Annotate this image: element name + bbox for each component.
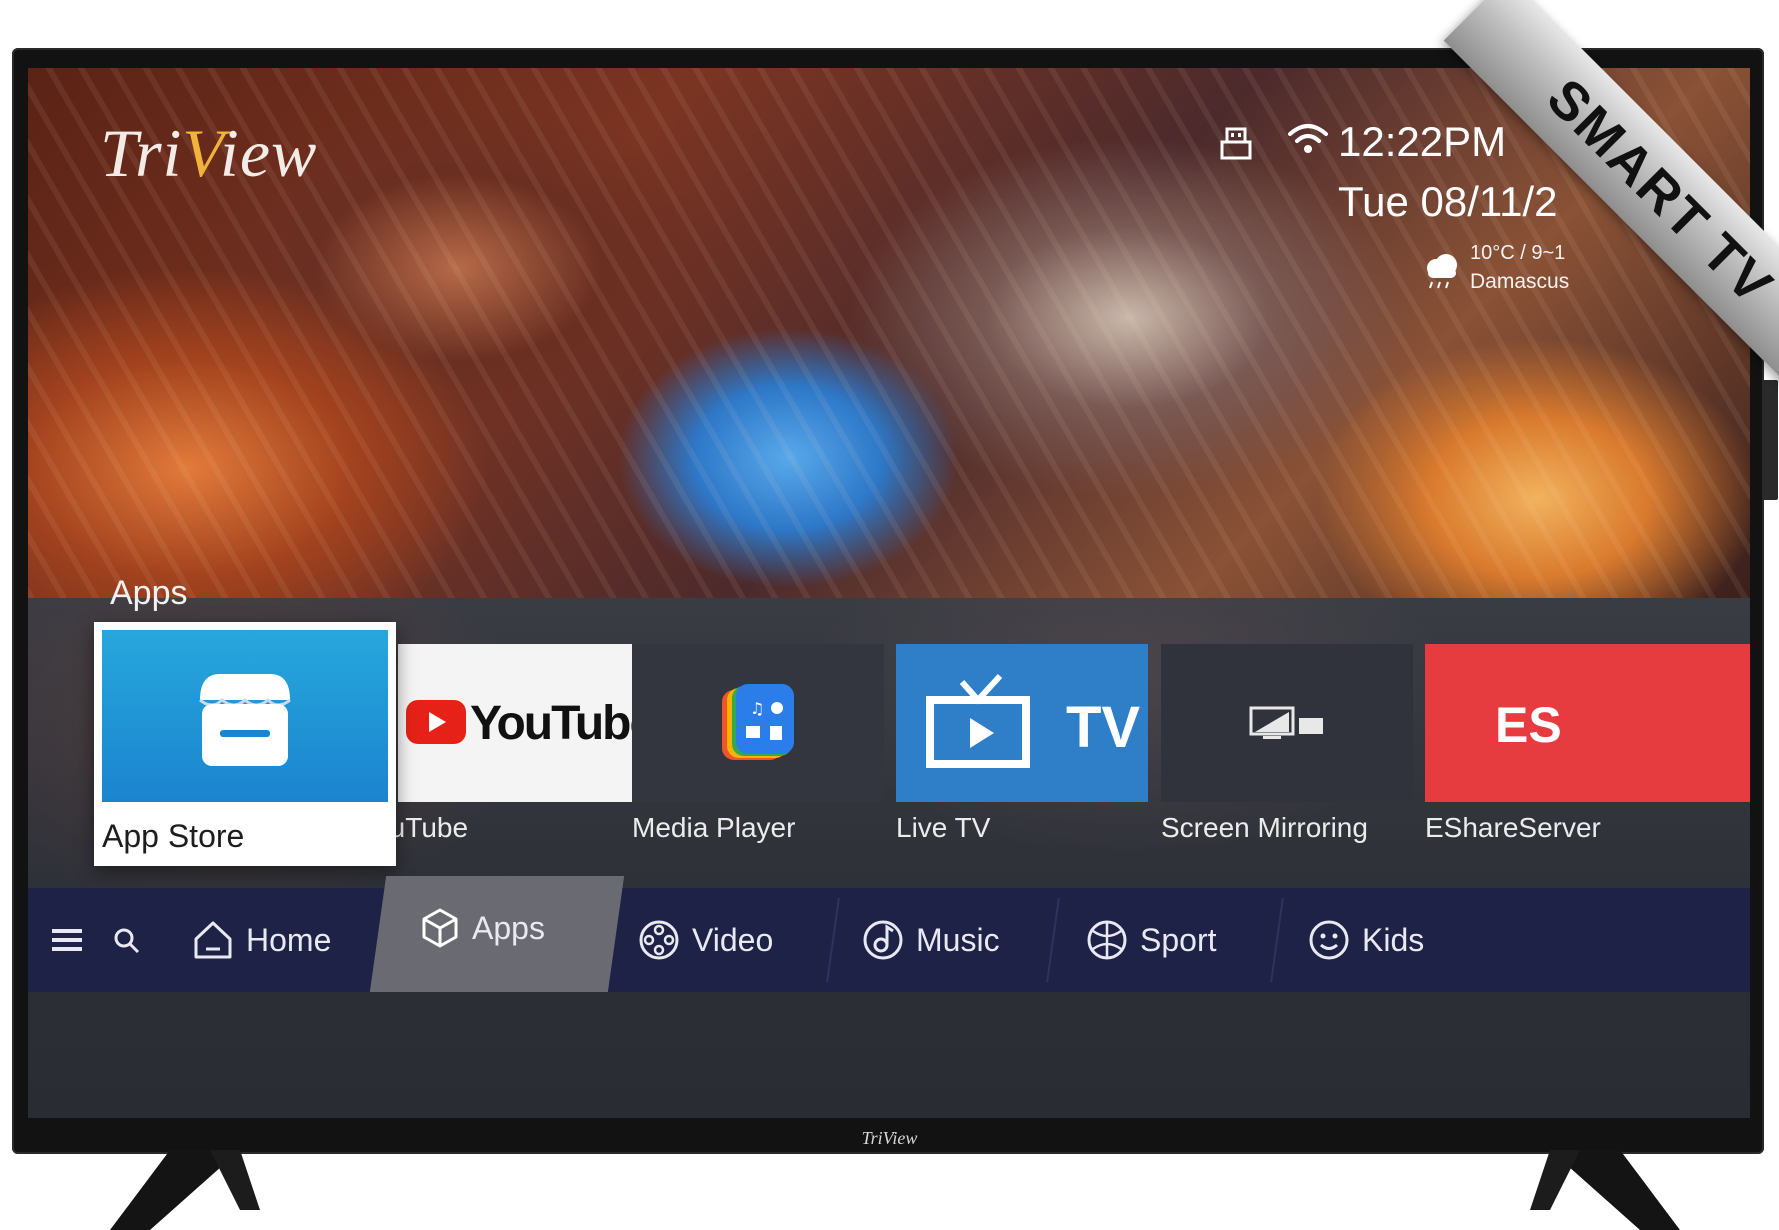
app-label-screen-mirroring: Screen Mirroring — [1161, 812, 1368, 843]
nav-search-button[interactable] — [112, 888, 152, 992]
ball-icon — [1087, 920, 1127, 960]
app-store-icon — [199, 674, 291, 766]
tv-stand-right — [1530, 1150, 1680, 1230]
nav-tab-label: Apps — [472, 909, 545, 946]
youtube-wordmark: YouTube — [470, 697, 650, 750]
app-store-art — [102, 630, 388, 802]
tv-stand-left — [110, 1150, 260, 1230]
live-tv-wordmark: TV — [1066, 695, 1141, 760]
film-reel-icon — [639, 920, 679, 960]
live-tv-icon — [926, 673, 1030, 768]
media-player-icon: ♫ — [722, 684, 794, 760]
app-label-media-player: Media Player — [632, 812, 796, 843]
smiley-icon — [1309, 920, 1349, 960]
nav-tab-label: Kids — [1362, 921, 1425, 958]
ribbon-band: SMART TV — [1443, 0, 1779, 409]
nav-tab-label: Sport — [1140, 921, 1217, 958]
apps-section-title: Apps — [110, 574, 188, 612]
app-tile-live-tv[interactable]: TV — [896, 644, 1148, 802]
home-icon — [194, 921, 232, 959]
app-label-live-tv: Live TV — [896, 812, 991, 843]
brand-logo-part: Tri — [100, 115, 183, 191]
nav-tab-sport[interactable]: Sport — [1086, 888, 1216, 992]
youtube-play-icon — [406, 700, 466, 744]
eshare-wordmark: ES — [1495, 697, 1562, 753]
brand-logo: TriView — [100, 114, 317, 193]
nav-tab-music[interactable]: Music — [862, 888, 1000, 992]
usb-icon — [1220, 127, 1252, 160]
nav-tab-video[interactable]: Video — [638, 888, 773, 992]
brand-logo-part: iew — [219, 115, 318, 191]
nav-tab-home[interactable]: Home — [192, 888, 331, 992]
nav-tab-label: Video — [692, 921, 774, 958]
search-icon — [114, 928, 140, 954]
bezel-brand-logo: TriView — [861, 1128, 918, 1148]
app-label-app-store: App Store — [102, 818, 245, 854]
app-tile-media-player[interactable]: ♫ — [632, 644, 884, 802]
wifi-icon — [1288, 124, 1328, 153]
nav-tab-label: Music — [916, 921, 1000, 958]
app-tile-youtube[interactable]: YouTube — [398, 644, 650, 802]
music-note-icon — [863, 920, 903, 960]
nav-menu-button[interactable] — [52, 888, 94, 992]
hamburger-icon — [52, 929, 82, 951]
nav-tab-label: Home — [246, 921, 332, 958]
smart-tv-ribbon: SMART TV — [1360, 0, 1779, 419]
nav-tab-apps[interactable]: Apps — [420, 876, 545, 980]
brand-logo-v: V — [182, 115, 220, 191]
app-tile-app-store[interactable]: App Store — [94, 622, 396, 866]
ribbon-text: SMART TV — [1535, 67, 1779, 317]
screen-mirroring-icon — [1249, 706, 1323, 739]
app-label-eshare: EShareServer — [1425, 812, 1601, 843]
app-tile-eshare[interactable]: ES — [1425, 644, 1750, 802]
nav-tab-kids[interactable]: Kids — [1308, 888, 1424, 992]
app-tile-screen-mirroring[interactable] — [1161, 644, 1413, 802]
cube-icon — [422, 908, 458, 948]
svg-text:♫: ♫ — [750, 699, 764, 718]
